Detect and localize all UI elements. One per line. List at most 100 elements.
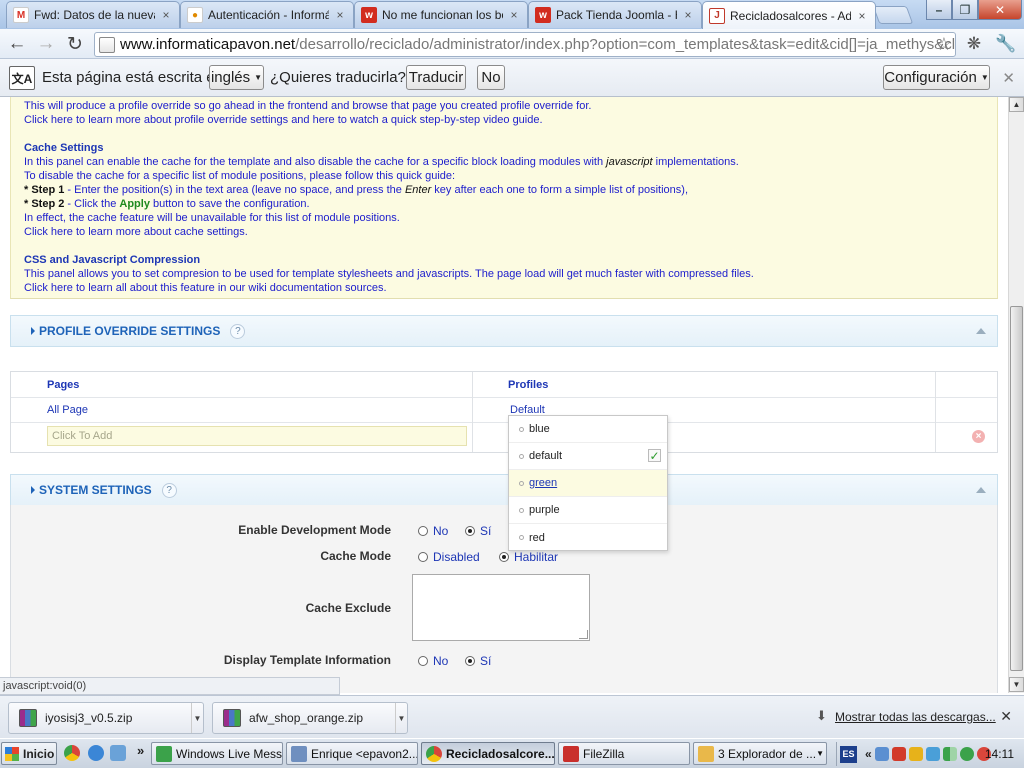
info-line: Click here to learn all about this featu… (24, 281, 387, 295)
taskbar-button-explorer[interactable]: 3 Explorador de ... ▼ (693, 742, 827, 765)
speaker-icon[interactable] (925, 747, 940, 761)
filezilla-icon (563, 745, 579, 762)
remove-icon[interactable]: × (972, 430, 985, 443)
dev-mode-yes-radio[interactable]: Sí (465, 524, 491, 538)
info-text: Enter (404, 184, 432, 196)
language-indicator[interactable]: ES (840, 745, 857, 763)
tab-no-me-funcionan[interactable]: w No me funcionan los botor × (354, 1, 528, 28)
cache-enabled-radio[interactable]: Habilitar (499, 550, 558, 564)
internet-explorer-icon[interactable] (88, 745, 104, 761)
signal-icon[interactable] (942, 747, 957, 761)
dropdown-option-green[interactable]: green (509, 470, 667, 497)
collapse-icon[interactable] (976, 328, 986, 334)
add-page-input[interactable]: Click To Add (47, 426, 467, 446)
options-label: Configuración (884, 69, 977, 86)
window-close-button[interactable]: ✕ (978, 0, 1022, 20)
wrench-icon[interactable]: 🔧 (995, 34, 1016, 54)
info-text: This will produce a profile override so … (24, 100, 592, 112)
shield-icon[interactable] (891, 747, 906, 761)
help-icon[interactable]: ? (161, 482, 177, 498)
forward-button[interactable]: → (35, 33, 57, 55)
chrome-icon[interactable] (64, 745, 80, 761)
bookmark-star-icon[interactable]: ☆ (936, 34, 952, 55)
scroll-down-icon[interactable]: ▼ (1009, 677, 1024, 692)
taskbar-button-filezilla[interactable]: FileZilla (558, 742, 690, 765)
tab-gmail[interactable]: M Fwd: Datos de la nueva ti × (6, 1, 180, 28)
info-text: To disable the cache for a specific list… (24, 170, 456, 182)
dropdown-option-default[interactable]: default ✓ (509, 443, 667, 470)
tab-recicladosalcores[interactable]: J Recicladosalcores - Admin × (702, 1, 876, 29)
tab-autenticacion[interactable]: ● Autenticación - Informátic × (180, 1, 354, 28)
tray-expand-icon[interactable]: « (865, 747, 872, 761)
help-info-box: This will produce a profile override so … (10, 97, 998, 299)
messenger-icon (156, 745, 172, 762)
maximize-button[interactable]: ❐ (952, 0, 978, 20)
back-button[interactable]: ← (6, 33, 28, 55)
reload-icon: ↻ (67, 33, 83, 55)
chevron-down-icon[interactable]: ▼ (395, 703, 407, 733)
download-item[interactable]: iyosisj3_v0.5.zip ▼ (8, 702, 204, 734)
dev-mode-no-radio[interactable]: No (418, 524, 448, 538)
bullet-icon (519, 453, 524, 459)
page-scrollbar[interactable]: ▲ ▼ (1008, 97, 1024, 693)
video-guide-link[interactable]: here (313, 114, 335, 126)
close-icon[interactable]: × (507, 8, 521, 22)
radio-label: No (433, 524, 449, 538)
close-icon[interactable]: ✕ (1002, 69, 1015, 87)
cache-exclude-textarea[interactable] (412, 574, 590, 641)
display-info-no-radio[interactable]: No (418, 654, 448, 668)
reload-button[interactable]: ↻ (64, 33, 86, 55)
status-url-bubble: javascript:void(0) (0, 677, 340, 695)
radio-label: No (433, 654, 449, 668)
minimize-button[interactable]: – (926, 0, 952, 20)
page-cell: All Page (47, 404, 88, 416)
taskbar-button-mail[interactable]: Enrique <epavon2... (286, 742, 418, 765)
bullet-icon (519, 426, 524, 432)
network-icon[interactable] (874, 747, 889, 761)
step-label: * Step 1 (24, 184, 65, 196)
chevron-down-icon[interactable]: ▼ (191, 703, 203, 733)
radio-icon (465, 526, 475, 536)
new-tab-button[interactable] (872, 6, 914, 24)
scroll-thumb[interactable] (1010, 306, 1023, 671)
close-icon[interactable]: ✕ (1000, 708, 1012, 725)
display-info-yes-radio[interactable]: Sí (465, 654, 491, 668)
radio-icon (418, 526, 428, 536)
dropdown-option-purple[interactable]: purple (509, 497, 667, 524)
no-translate-button[interactable]: No (477, 65, 505, 90)
tab-pack-tienda[interactable]: w Pack Tienda Joomla - Host × (528, 1, 702, 28)
start-button[interactable]: Inicio (1, 742, 57, 765)
cache-disabled-radio[interactable]: Disabled (418, 550, 480, 564)
close-icon[interactable]: × (855, 9, 869, 23)
browser-toolbar: ← → ↻ www.informaticapavon.net/desarroll… (0, 29, 1024, 59)
translate-options-button[interactable]: Configuración ▼ (883, 65, 990, 90)
outlook-icon[interactable] (110, 745, 126, 761)
close-icon[interactable]: × (159, 8, 173, 22)
quicklaunch-more-icon[interactable]: » (137, 743, 144, 758)
language-select[interactable]: inglés ▼ (209, 65, 264, 90)
security-icon[interactable] (908, 747, 923, 761)
start-label: Inicio (23, 746, 55, 761)
close-icon[interactable]: × (681, 8, 695, 22)
extension-bug-icon[interactable]: ❋ (964, 34, 984, 54)
close-icon[interactable]: × (333, 8, 347, 22)
help-icon[interactable]: ? (230, 323, 246, 339)
system-settings-header[interactable]: SYSTEM SETTINGS ? (10, 474, 998, 506)
address-bar[interactable]: www.informaticapavon.net/desarrollo/reci… (94, 32, 956, 57)
profile-override-header[interactable]: PROFILE OVERRIDE SETTINGS ? (10, 315, 998, 347)
cache-learn-more-link[interactable]: Click here (24, 226, 73, 238)
dropdown-option-red[interactable]: red (509, 524, 667, 551)
show-all-downloads-link[interactable]: Mostrar todas las descargas... (835, 710, 996, 724)
translate-button[interactable]: Traducir (406, 65, 466, 90)
wiki-link[interactable]: Click here (24, 282, 73, 294)
dropdown-option-blue[interactable]: blue (509, 416, 667, 443)
learn-more-link[interactable]: Click here (24, 114, 73, 126)
taskbar-button-messenger[interactable]: Windows Live Mess... (151, 742, 283, 765)
radio-label: Sí (480, 654, 492, 668)
scroll-up-icon[interactable]: ▲ (1009, 97, 1024, 112)
taskbar-button-chrome[interactable]: Recicladosalcore... (421, 742, 555, 765)
chrome-icon (426, 745, 442, 762)
download-item[interactable]: afw_shop_orange.zip ▼ (212, 702, 408, 734)
messenger-icon[interactable] (959, 747, 974, 761)
collapse-icon[interactable] (976, 487, 986, 493)
